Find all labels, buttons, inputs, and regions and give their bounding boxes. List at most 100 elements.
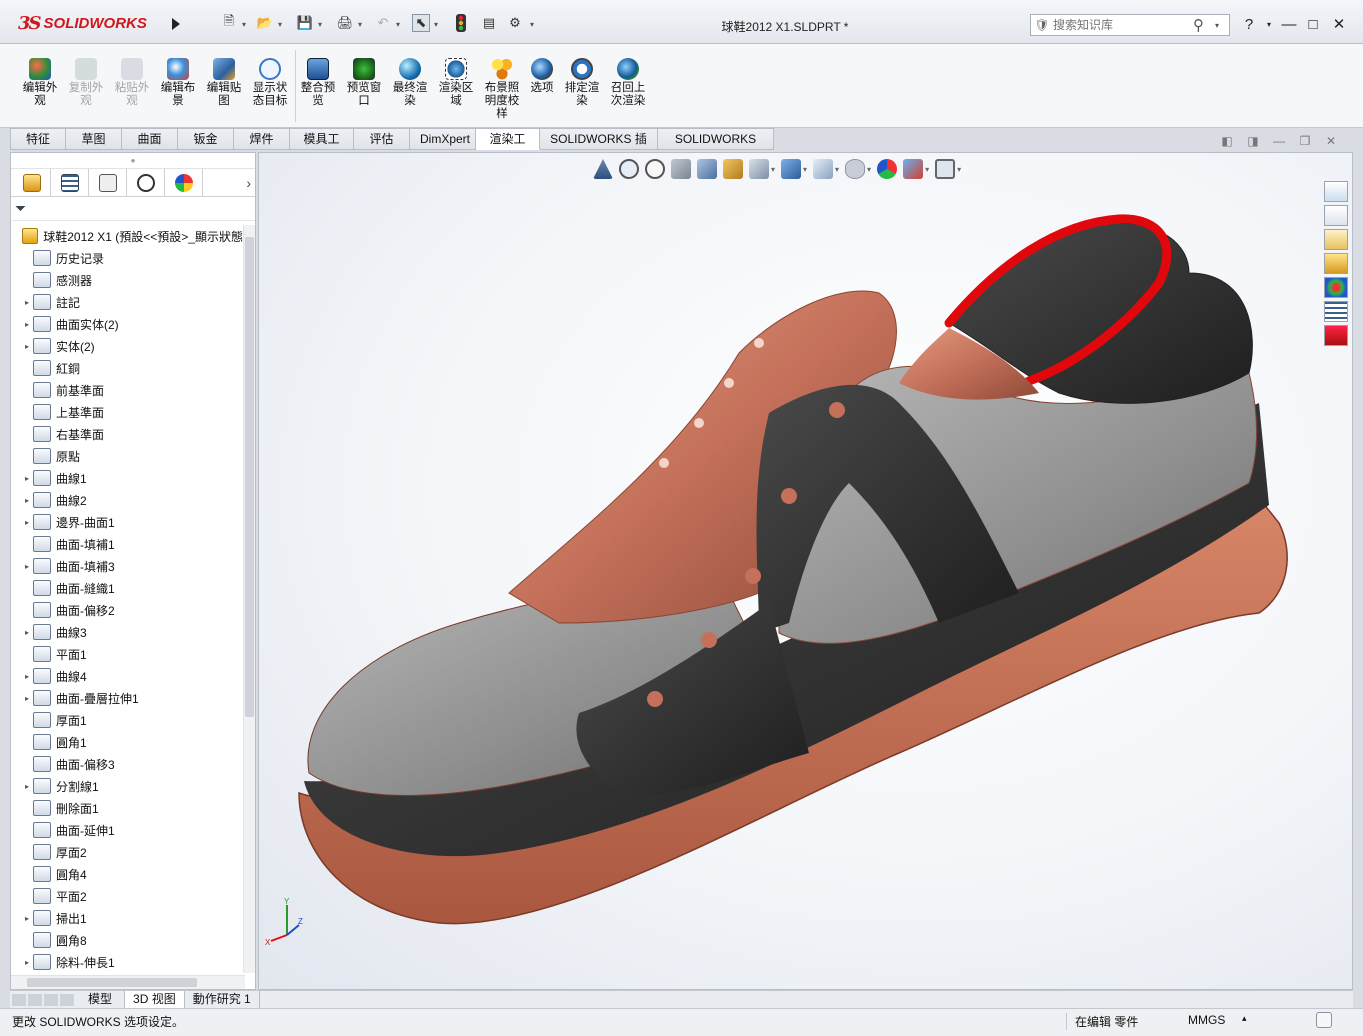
edit-appearance-button[interactable]: 编辑外 观	[18, 48, 62, 124]
shoe-3d-model[interactable]	[259, 153, 1353, 990]
tree-node[interactable]: 圓角8	[11, 929, 243, 951]
unit-system[interactable]: MMGS	[1188, 1013, 1225, 1027]
help-dropdown-icon[interactable]: ▾	[1258, 14, 1280, 36]
tab-model[interactable]: 模型	[76, 990, 126, 1009]
tree-node[interactable]: ▸ 曲線1	[11, 467, 243, 489]
render-options-button[interactable]: 选项	[520, 48, 564, 124]
rebuild-traffic-light-icon[interactable]	[452, 14, 470, 32]
dimxpert-manager-tab[interactable]	[127, 169, 165, 196]
tree-node[interactable]: ▸ 曲線3	[11, 621, 243, 643]
copy-appearance-button[interactable]: 复制外 观	[64, 48, 108, 124]
schedule-render-button[interactable]: 排定渲 染	[560, 48, 604, 124]
tree-node[interactable]: ▸ 曲面-填補3	[11, 555, 243, 577]
graphics-area[interactable]: ▾ ▾ ▾ ▾ ▾ ▾ Y X Z	[258, 152, 1353, 990]
feature-manager-tab[interactable]	[13, 169, 51, 196]
print-dropdown-icon[interactable]: ▾	[358, 20, 366, 29]
property-manager-tab[interactable]	[51, 169, 89, 196]
next-tab-arrow-icon[interactable]	[44, 993, 58, 1006]
tree-node[interactable]: 历史记录	[11, 247, 243, 269]
open-folder-icon[interactable]: 📂	[256, 14, 274, 32]
tree-node[interactable]: ▸ 註記	[11, 291, 243, 313]
tree-node[interactable]: 厚面1	[11, 709, 243, 731]
new-document-icon[interactable]: 🗎	[220, 13, 238, 32]
tab-weldments[interactable]: 焊件	[234, 128, 290, 150]
tab-features[interactable]: 特征	[10, 128, 66, 150]
tree-node[interactable]: 圓角1	[11, 731, 243, 753]
expand-arrow-icon[interactable]: ▸	[21, 320, 33, 329]
tree-node[interactable]: ▸ 掃出1	[11, 907, 243, 929]
expand-arrow-icon[interactable]: ▸	[21, 298, 33, 307]
save-dropdown-icon[interactable]: ▾	[318, 20, 326, 29]
recall-render-button[interactable]: 召回上 次渲染	[606, 48, 650, 124]
tab-motion-study[interactable]: 動作研究 1	[185, 990, 260, 1009]
tree-node[interactable]: ▸ 分割線1	[11, 775, 243, 797]
status-bar-customize-icon[interactable]	[1316, 1012, 1332, 1028]
tree-node[interactable]: 厚面2	[11, 841, 243, 863]
select-pointer-icon[interactable]: ⬉	[412, 14, 430, 32]
last-tab-arrow-icon[interactable]	[60, 993, 74, 1006]
tree-node[interactable]: 上基準面	[11, 401, 243, 423]
tab-solidworks-addins[interactable]: SOLIDWORKS 插件	[540, 128, 658, 166]
tree-node[interactable]: ▸ 曲線4	[11, 665, 243, 687]
tree-vertical-scrollbar[interactable]	[243, 225, 255, 973]
display-manager-tab[interactable]	[165, 169, 203, 196]
tab-sketch[interactable]: 草图	[66, 128, 122, 150]
tree-node[interactable]: 刪除面1	[11, 797, 243, 819]
tab-render-tools[interactable]: 渲染工具	[476, 128, 540, 166]
expand-arrow-icon[interactable]: ▸	[21, 628, 33, 637]
file-properties-icon[interactable]: ▤	[480, 14, 498, 32]
edit-scene-button[interactable]: 编辑布 景	[156, 48, 200, 124]
undo-icon[interactable]: ↶	[374, 14, 392, 32]
tree-node[interactable]: 前基準面	[11, 379, 243, 401]
minimize-button[interactable]: —	[1278, 14, 1300, 36]
expand-arrow-icon[interactable]: ▸	[21, 672, 33, 681]
open-dropdown-icon[interactable]: ▾	[278, 20, 286, 29]
expand-arrow-icon[interactable]: ▸	[21, 914, 33, 923]
expand-arrow-icon[interactable]: ▸	[21, 518, 33, 527]
save-icon[interactable]: 💾	[296, 14, 314, 32]
paste-appearance-button[interactable]: 粘贴外 观	[110, 48, 154, 124]
expand-arrow-icon[interactable]: ▸	[21, 474, 33, 483]
tree-node[interactable]: ▸ 除料-伸長1	[11, 951, 243, 973]
tile-right-icon[interactable]: ◨	[1244, 134, 1262, 152]
tab-dimxpert[interactable]: DimXpert	[410, 128, 476, 150]
tree-node[interactable]: 平面1	[11, 643, 243, 665]
integrated-preview-button[interactable]: 整合预 览	[296, 48, 340, 124]
vscroll-thumb[interactable]	[245, 237, 254, 717]
tree-node[interactable]: ▸ 邊界-曲面1	[11, 511, 243, 533]
first-tab-arrow-icon[interactable]	[12, 993, 26, 1006]
tree-node[interactable]: ▸ 曲面实体(2)	[11, 313, 243, 335]
tree-node[interactable]: 感测器	[11, 269, 243, 291]
tree-node[interactable]: 圓角4	[11, 863, 243, 885]
tile-left-icon[interactable]: ◧	[1218, 134, 1236, 152]
panel-expand-arrow-icon[interactable]: ›	[246, 175, 251, 191]
tab-evaluate[interactable]: 评估	[354, 128, 410, 150]
panel-grip-handle[interactable]: ●	[11, 153, 255, 169]
tree-node[interactable]: 原點	[11, 445, 243, 467]
tree-horizontal-scrollbar[interactable]	[11, 975, 245, 989]
tab-surfaces[interactable]: 曲面	[122, 128, 178, 150]
edit-decal-button[interactable]: 编辑贴 图	[202, 48, 246, 124]
options-gear-icon[interactable]: ⚙	[506, 14, 524, 32]
options-dropdown-icon[interactable]: ▾	[530, 20, 538, 29]
select-dropdown-icon[interactable]: ▾	[434, 20, 442, 29]
unit-system-dropdown-icon[interactable]: ▴	[1242, 1013, 1247, 1024]
tree-node[interactable]: 曲面-填補1	[11, 533, 243, 555]
expand-arrow-icon[interactable]: ▸	[21, 562, 33, 571]
tree-node[interactable]: ▸ 实体(2)	[11, 335, 243, 357]
tab-solidworks-mbd[interactable]: SOLIDWORKS MBD	[658, 128, 774, 166]
expand-arrow-icon[interactable]: ▸	[21, 958, 33, 967]
display-target-button[interactable]: 显示状 态目标	[248, 48, 292, 124]
tree-node[interactable]: 曲面-偏移2	[11, 599, 243, 621]
solidworks-logo[interactable]: 3S SOLIDWORKS	[18, 10, 164, 36]
tree-node[interactable]: 右基準面	[11, 423, 243, 445]
undo-dropdown-icon[interactable]: ▾	[396, 20, 404, 29]
menu-expand-arrow-icon[interactable]	[168, 14, 184, 34]
tab-mold-tools[interactable]: 模具工具	[290, 128, 354, 166]
search-dropdown-icon[interactable]: ▾	[1215, 21, 1219, 30]
expand-arrow-icon[interactable]: ▸	[21, 496, 33, 505]
tree-node[interactable]: ▸ 曲線2	[11, 489, 243, 511]
expand-arrow-icon[interactable]: ▸	[21, 342, 33, 351]
help-button[interactable]: ?	[1238, 14, 1260, 36]
tab-sheet-metal[interactable]: 钣金	[178, 128, 234, 150]
